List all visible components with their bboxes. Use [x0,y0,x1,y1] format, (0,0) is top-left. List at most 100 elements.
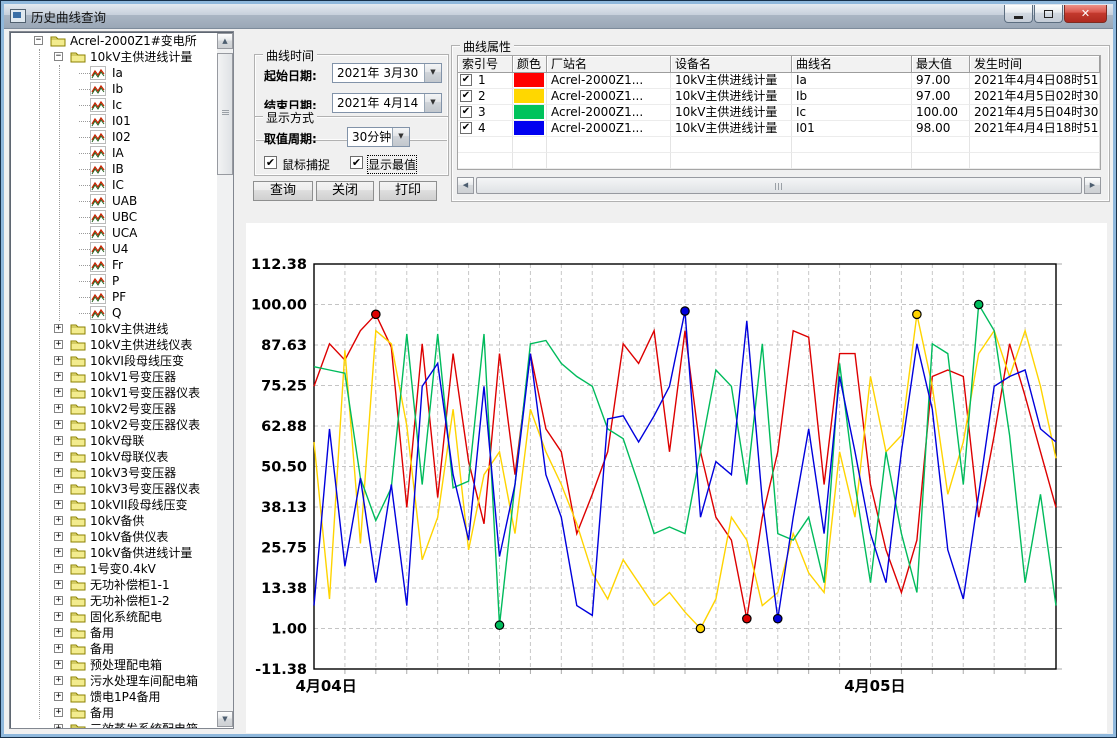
expand-icon[interactable]: + [54,500,63,509]
tree-item-1号变0.4kV[interactable]: +1号变0.4kV [10,561,216,577]
tree-item-馈电1P4备用[interactable]: +馈电1P4备用 [10,689,216,705]
chevron-down-icon[interactable]: ▼ [392,128,409,146]
expand-icon[interactable]: + [54,516,63,525]
tree-item-无功补偿柜1-1[interactable]: +无功补偿柜1-1 [10,577,216,593]
tree-item-备用[interactable]: +备用 [10,625,216,641]
tree-item-10kVI段母线压变[interactable]: +10kVI段母线压变 [10,353,216,369]
tree-item-UCA[interactable]: UCA [10,225,216,241]
query-button[interactable]: 查询 [253,181,313,201]
scroll-thumb[interactable] [217,53,233,175]
row-checkbox[interactable]: ✔ [460,106,472,118]
expand-icon[interactable]: + [54,644,63,653]
tree-item-三效蒸发系统配电箱[interactable]: +三效蒸发系统配电箱 [10,721,216,728]
tree-item-IC[interactable]: IC [10,177,216,193]
tree-item-10kV主供进线计量[interactable]: −10kV主供进线计量 [10,49,216,65]
table-row-curve-Ib[interactable]: ✔2Acrel-2000Z1...10kV主供进线计量Ib97.002021年4… [458,89,1100,105]
tree-item-10kV备供仪表[interactable]: +10kV备供仪表 [10,529,216,545]
expand-icon[interactable]: + [54,708,63,717]
row-checkbox[interactable]: ✔ [460,74,472,86]
expand-icon[interactable]: + [54,372,63,381]
column-header-最大值[interactable]: 最大值 [912,56,970,73]
expand-icon[interactable]: + [54,660,63,669]
tree-item-10kV主供进线仪表[interactable]: +10kV主供进线仪表 [10,337,216,353]
print-button[interactable]: 打印 [379,181,437,201]
tree-item-PF[interactable]: PF [10,289,216,305]
hscroll-thumb[interactable] [476,177,1082,194]
expand-icon[interactable]: + [54,596,63,605]
tree-item-10kV3号变压器仪表[interactable]: +10kV3号变压器仪表 [10,481,216,497]
chevron-down-icon[interactable]: ▼ [424,64,441,82]
tree-item-Acrel-2000Z1#变电所[interactable]: −Acrel-2000Z1#变电所 [10,33,216,49]
tree-item-10kV母联[interactable]: +10kV母联 [10,433,216,449]
expand-icon[interactable]: + [54,628,63,637]
end-date-select[interactable]: 2021年 4月14 ▼ [332,93,442,113]
tree-item-U4[interactable]: U4 [10,241,216,257]
column-header-曲线名[interactable]: 曲线名 [792,56,912,73]
tree-item-10kV1号变压器仪表[interactable]: +10kV1号变压器仪表 [10,385,216,401]
expand-icon[interactable]: + [54,612,63,621]
expand-icon[interactable]: + [54,356,63,365]
close-chart-button[interactable]: 关闭 [316,181,374,201]
chevron-down-icon[interactable]: ▼ [424,94,441,112]
mouse-capture-checkbox[interactable]: ✔ [264,156,277,169]
column-header-颜色[interactable]: 颜色 [513,56,547,73]
scroll-right-button[interactable]: ▶ [1084,177,1101,194]
tree-item-Ic[interactable]: Ic [10,97,216,113]
tree-item-10kV备供[interactable]: +10kV备供 [10,513,216,529]
expand-icon[interactable]: + [54,724,63,728]
expand-icon[interactable]: + [54,532,63,541]
tree-item-10kV2号变压器[interactable]: +10kV2号变压器 [10,401,216,417]
expand-icon[interactable]: + [54,468,63,477]
column-header-发生时间[interactable]: 发生时间 [970,56,1100,73]
collapse-icon[interactable]: − [54,52,63,61]
expand-icon[interactable]: + [54,388,63,397]
tree-item-Ib[interactable]: Ib [10,81,216,97]
tree-item-10kV1号变压器[interactable]: +10kV1号变压器 [10,369,216,385]
tree-item-10kV3号变压器[interactable]: +10kV3号变压器 [10,465,216,481]
table-row-curve-Ia[interactable]: ✔1Acrel-2000Z1...10kV主供进线计量Ia97.002021年4… [458,73,1100,89]
tree-item-10kVII段母线压变[interactable]: +10kVII段母线压变 [10,497,216,513]
tree-item-Ia[interactable]: Ia [10,65,216,81]
period-select[interactable]: 30分钟 ▼ [347,127,410,147]
tree-item-UAB[interactable]: UAB [10,193,216,209]
tree-item-I01[interactable]: I01 [10,113,216,129]
tree-item-UBC[interactable]: UBC [10,209,216,225]
tree-item-备用[interactable]: +备用 [10,641,216,657]
restore-button[interactable] [1034,5,1063,23]
tree-item-10kV2号变压器仪表[interactable]: +10kV2号变压器仪表 [10,417,216,433]
expand-icon[interactable]: + [54,484,63,493]
expand-icon[interactable]: + [54,324,63,333]
tree-item-无功补偿柜1-2[interactable]: +无功补偿柜1-2 [10,593,216,609]
expand-icon[interactable]: + [54,564,63,573]
start-date-select[interactable]: 2021年 3月30 ▼ [332,63,442,83]
scroll-left-button[interactable]: ◀ [457,177,474,194]
expand-icon[interactable]: + [54,436,63,445]
expand-icon[interactable]: + [54,340,63,349]
column-header-索引号[interactable]: 索引号 [458,56,513,73]
tree-item-固化系统配电[interactable]: +固化系统配电 [10,609,216,625]
close-button[interactable]: ✕ [1064,5,1107,23]
expand-icon[interactable]: + [54,404,63,413]
scroll-up-button[interactable]: ▲ [217,33,233,49]
table-row-curve-I01[interactable]: ✔4Acrel-2000Z1...10kV主供进线计量I0198.002021年… [458,121,1100,137]
row-checkbox[interactable]: ✔ [460,90,472,102]
tree-item-IB[interactable]: IB [10,161,216,177]
tree-item-10kV主供进线[interactable]: +10kV主供进线 [10,321,216,337]
tree-item-备用[interactable]: +备用 [10,705,216,721]
expand-icon[interactable]: + [54,676,63,685]
column-header-设备名[interactable]: 设备名 [671,56,792,73]
column-header-厂站名[interactable]: 厂站名 [547,56,671,73]
tree-item-污水处理车间配电箱[interactable]: +污水处理车间配电箱 [10,673,216,689]
tree-item-IA[interactable]: IA [10,145,216,161]
expand-icon[interactable]: + [54,548,63,557]
tree-item-Q[interactable]: Q [10,305,216,321]
show-extremes-checkbox[interactable]: ✔ [350,156,363,169]
table-hscrollbar[interactable]: ◀ ▶ [457,177,1101,194]
minimize-button[interactable] [1004,5,1033,23]
tree-item-P[interactable]: P [10,273,216,289]
scroll-down-button[interactable]: ▼ [217,711,233,727]
tree-scrollbar[interactable]: ▲ ▼ [217,33,233,727]
expand-icon[interactable]: + [54,580,63,589]
tree-item-预处理配电箱[interactable]: +预处理配电箱 [10,657,216,673]
tree-item-10kV母联仪表[interactable]: +10kV母联仪表 [10,449,216,465]
